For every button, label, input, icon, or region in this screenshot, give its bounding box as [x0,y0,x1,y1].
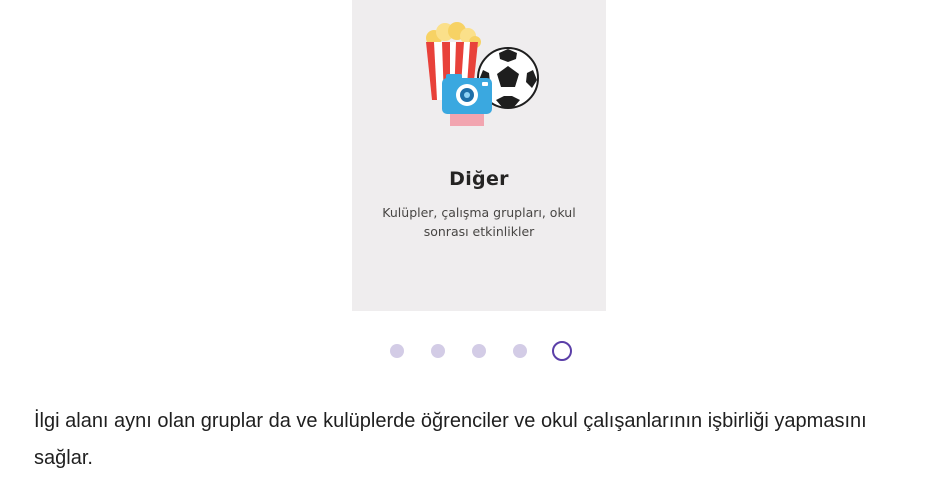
carousel-pagination [390,341,580,361]
carousel-dot-3[interactable] [472,344,486,358]
carousel-dot-4[interactable] [513,344,527,358]
camera-icon [442,74,492,126]
carousel-dot-5-active[interactable] [552,341,572,361]
carousel-dot-1[interactable] [390,344,404,358]
card-title: Diğer [449,168,509,190]
club-activities-illustration [426,22,539,126]
category-card-other[interactable]: Diğer Kulüpler, çalışma grupları, okul s… [352,0,606,311]
card-description: Kulüpler, çalışma grupları, okul sonrası… [382,205,576,239]
carousel-dot-2[interactable] [431,344,445,358]
category-description-text: İlgi alanı aynı olan gruplar da ve kulüp… [34,410,867,469]
